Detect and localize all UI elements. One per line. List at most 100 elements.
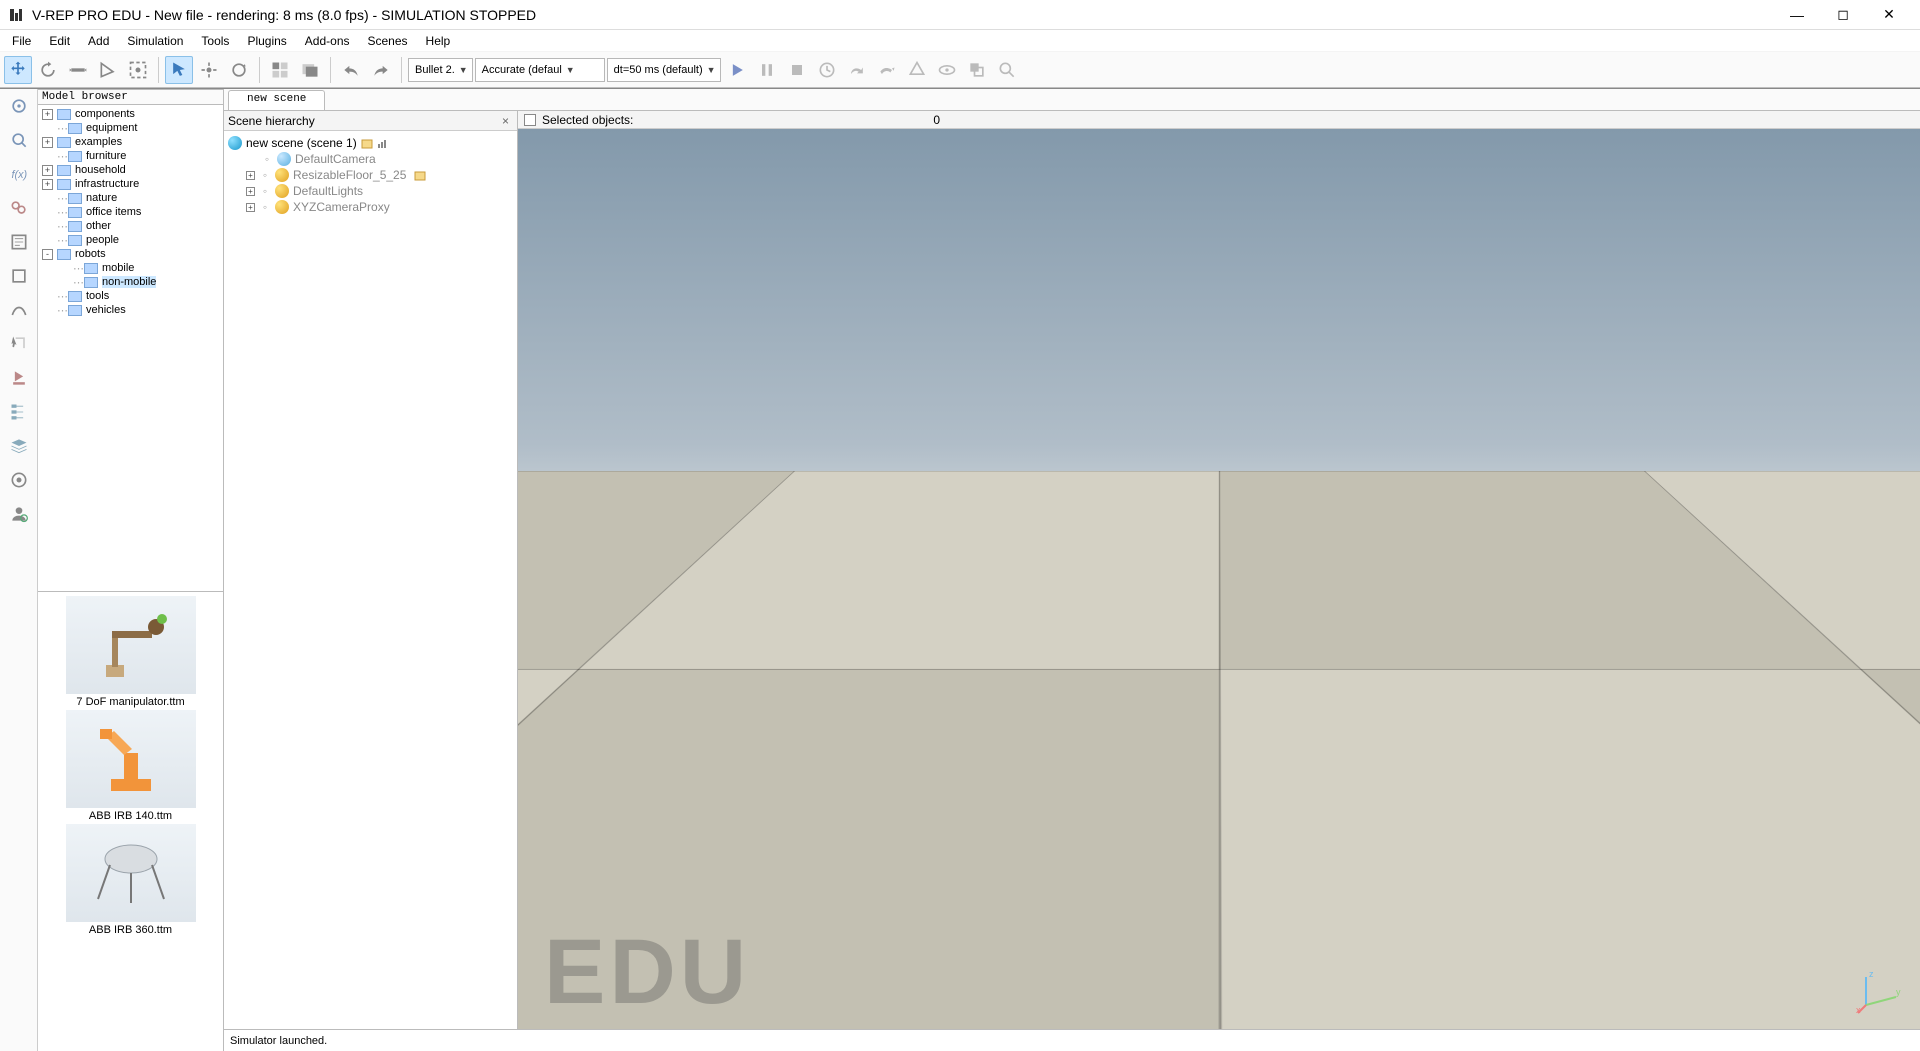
menu-simulation[interactable]: Simulation xyxy=(119,32,191,50)
toolbar-separator xyxy=(330,57,331,83)
hierarchy-item[interactable]: +◦DefaultLights xyxy=(226,183,515,199)
object-shift-button[interactable] xyxy=(195,56,223,84)
user-settings-icon[interactable] xyxy=(5,501,33,527)
redo-button[interactable] xyxy=(367,56,395,84)
chart-icon[interactable] xyxy=(377,138,389,148)
tree-item[interactable]: ⋯non-mobile xyxy=(38,275,223,289)
selection-icon[interactable] xyxy=(5,331,33,357)
scene-hierarchy-header: Scene hierarchy × xyxy=(224,111,517,131)
model-browser-panel: Model browser +components⋯equipment+exam… xyxy=(38,89,224,1051)
model-thumbnails[interactable]: 7 DoF manipulator.ttmABB IRB 140.ttmABB … xyxy=(38,591,223,1051)
menu-addons[interactable]: Add-ons xyxy=(297,32,358,50)
toolbar-separator xyxy=(158,57,159,83)
hierarchy-root[interactable]: new scene (scene 1) xyxy=(226,135,515,151)
model-browser-tree[interactable]: +components⋯equipment+examples⋯furniture… xyxy=(38,105,223,591)
model-browser-icon[interactable] xyxy=(5,365,33,391)
object-properties-icon[interactable] xyxy=(5,127,33,153)
collections-icon[interactable] xyxy=(5,195,33,221)
tree-item[interactable]: ⋯people xyxy=(38,233,223,247)
tree-item[interactable]: +components xyxy=(38,107,223,121)
layers-button[interactable] xyxy=(963,56,991,84)
calc-module-icon[interactable]: f(x) xyxy=(5,161,33,187)
close-hierarchy-icon[interactable]: × xyxy=(498,114,513,128)
camera-pan-button[interactable] xyxy=(4,56,32,84)
slow-sim-button[interactable] xyxy=(843,56,871,84)
threaded-rendering-button[interactable] xyxy=(903,56,931,84)
menu-edit[interactable]: Edit xyxy=(41,32,78,50)
visualize-button[interactable] xyxy=(933,56,961,84)
camera-rotate-button[interactable] xyxy=(34,56,62,84)
minimize-button[interactable]: — xyxy=(1774,0,1820,30)
work-row: Scene hierarchy × new scene (scene 1) ◦D… xyxy=(224,111,1920,1029)
dynamics-mode-combo[interactable]: Accurate (defaul▼ xyxy=(475,58,605,82)
scripts-icon[interactable] xyxy=(5,229,33,255)
window-title: V-REP PRO EDU - New file - rendering: 8 … xyxy=(32,7,1774,23)
layer-toggle-icon[interactable] xyxy=(524,114,536,126)
scene-hierarchy-panel: Scene hierarchy × new scene (scene 1) ◦D… xyxy=(224,111,518,1029)
tree-item[interactable]: +examples xyxy=(38,135,223,149)
viewport: Selected objects: 0 EDU z y x xyxy=(518,111,1920,1029)
menu-scenes[interactable]: Scenes xyxy=(360,32,416,50)
maximize-button[interactable]: ◻ xyxy=(1820,0,1866,30)
tree-item[interactable]: ⋯mobile xyxy=(38,261,223,275)
title-bar: V-REP PRO EDU - New file - rendering: 8 … xyxy=(0,0,1920,30)
hierarchy-item[interactable]: ◦DefaultCamera xyxy=(226,151,515,167)
world-icon xyxy=(228,136,242,150)
center-column: new scene Scene hierarchy × new scene (s… xyxy=(224,89,1920,1051)
fit-view-button[interactable] xyxy=(124,56,152,84)
object-rotate-button[interactable] xyxy=(225,56,253,84)
scene-hierarchy-body[interactable]: new scene (scene 1) ◦DefaultCamera+◦Resi… xyxy=(224,131,517,1029)
scene-selector-button[interactable] xyxy=(296,56,324,84)
menu-bar: File Edit Add Simulation Tools Plugins A… xyxy=(0,30,1920,52)
tree-item[interactable]: +household xyxy=(38,163,223,177)
menu-add[interactable]: Add xyxy=(80,32,117,50)
camera-shift-button[interactable] xyxy=(64,56,92,84)
main-toolbar: Bullet 2.▼ Accurate (defaul▼ dt=50 ms (d… xyxy=(0,52,1920,88)
timestep-combo[interactable]: dt=50 ms (default)▼ xyxy=(607,58,721,82)
realtime-button[interactable] xyxy=(813,56,841,84)
menu-file[interactable]: File xyxy=(4,32,39,50)
play-button[interactable] xyxy=(723,56,751,84)
svg-text:f(x): f(x) xyxy=(11,169,27,181)
tree-item[interactable]: -robots xyxy=(38,247,223,261)
tree-item[interactable]: ⋯other xyxy=(38,219,223,233)
pause-button[interactable] xyxy=(753,56,781,84)
menu-plugins[interactable]: Plugins xyxy=(239,32,294,50)
side-toolbar: f(x) xyxy=(0,89,38,1051)
hierarchy-item[interactable]: +◦XYZCameraProxy xyxy=(226,199,515,215)
stop-button[interactable] xyxy=(783,56,811,84)
shape-edit-icon[interactable] xyxy=(5,263,33,289)
path-edit-icon[interactable] xyxy=(5,297,33,323)
script-icon[interactable] xyxy=(361,138,373,148)
verify-button[interactable] xyxy=(993,56,1021,84)
physics-engine-combo[interactable]: Bullet 2.▼ xyxy=(408,58,473,82)
menu-help[interactable]: Help xyxy=(418,32,459,50)
page-selector-button[interactable] xyxy=(266,56,294,84)
model-thumbnail[interactable]: 7 DoF manipulator.ttm xyxy=(61,596,201,708)
tree-item[interactable]: ⋯equipment xyxy=(38,121,223,135)
selected-objects-count: 0 xyxy=(933,113,940,127)
menu-tools[interactable]: Tools xyxy=(193,32,237,50)
model-thumbnail[interactable]: ABB IRB 360.ttm xyxy=(61,824,201,936)
fast-sim-button[interactable] xyxy=(873,56,901,84)
undo-button[interactable] xyxy=(337,56,365,84)
scene-hierarchy-icon[interactable] xyxy=(5,399,33,425)
tree-item[interactable]: ⋯furniture xyxy=(38,149,223,163)
scene-tabs: new scene xyxy=(224,89,1920,111)
tree-item[interactable]: ⋯vehicles xyxy=(38,303,223,317)
tree-item[interactable]: +infrastructure xyxy=(38,177,223,191)
scene-tab[interactable]: new scene xyxy=(228,90,325,110)
camera-angle-button[interactable] xyxy=(94,56,122,84)
simulation-settings-icon[interactable] xyxy=(5,93,33,119)
hierarchy-item[interactable]: +◦ResizableFloor_5_25 xyxy=(226,167,515,183)
tree-item[interactable]: ⋯nature xyxy=(38,191,223,205)
model-thumbnail[interactable]: ABB IRB 140.ttm xyxy=(61,710,201,822)
close-button[interactable]: ✕ xyxy=(1866,0,1912,30)
tree-item[interactable]: ⋯tools xyxy=(38,289,223,303)
scene-3d-view[interactable]: EDU z y x xyxy=(518,129,1920,1029)
avi-recorder-icon[interactable] xyxy=(5,467,33,493)
tree-item[interactable]: ⋯office items xyxy=(38,205,223,219)
model-browser-title: Model browser xyxy=(38,89,223,105)
select-button[interactable] xyxy=(165,56,193,84)
layers-icon[interactable] xyxy=(5,433,33,459)
